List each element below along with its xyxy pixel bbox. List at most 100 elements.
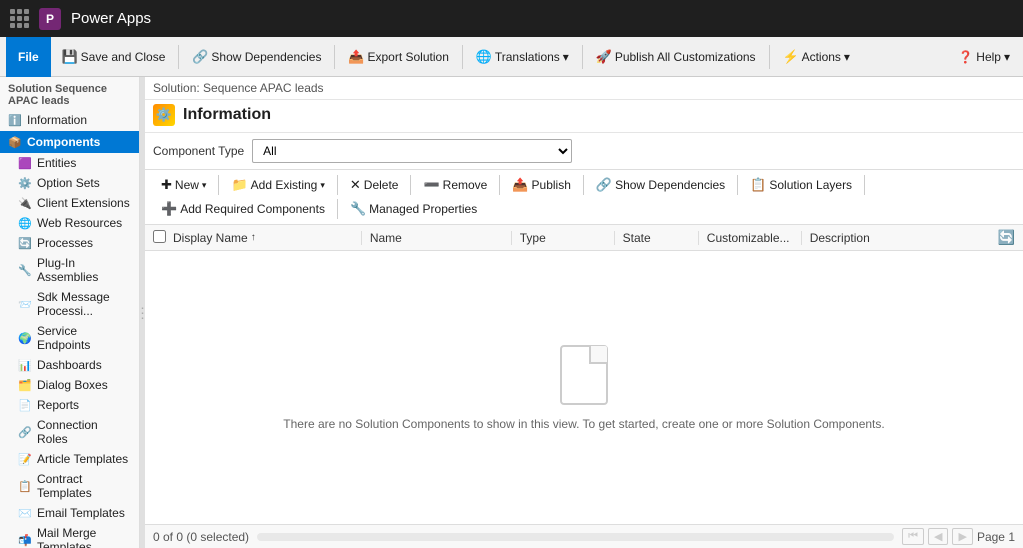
sort-asc-icon: ↑ [251,232,256,243]
publish-button[interactable]: 🚀 Publish All Customizations [589,46,763,68]
sidebar-item-web-resources[interactable]: 🌐 Web Resources [0,213,139,233]
sidebar-item-client-extensions[interactable]: 🔌 Client Extensions [0,193,139,213]
remove-icon: ➖ [423,177,439,193]
managed-props-icon: 🔧 [350,201,366,217]
select-all-checkbox[interactable] [153,230,166,243]
delete-icon: ✕ [350,177,361,193]
toolbar-sep-3 [462,45,463,69]
sidebar-solution-label: Solution Sequence APAC leads [0,77,139,109]
col-customizable[interactable]: Customizable... [698,231,801,245]
option-sets-icon: ⚙️ [18,176,32,190]
mail-merge-icon: 📬 [18,533,32,547]
actions-button[interactable]: ⚡ Actions ▾ [776,46,857,68]
col-display-name[interactable]: Display Name ↑ [173,231,361,245]
add-required-button[interactable]: ➕ Add Required Components [153,198,333,220]
action-sep-7 [864,175,865,195]
toolbar-sep-5 [769,45,770,69]
sidebar-item-processes[interactable]: 🔄 Processes [0,233,139,253]
remove-button[interactable]: ➖ Remove [415,174,495,196]
reports-icon: 📄 [18,398,32,412]
header-checkbox[interactable] [153,230,173,246]
pagination: ⏮ ◀ ▶ Page 1 [902,528,1015,545]
sidebar-item-sdk-message[interactable]: 📨 Sdk Message Processi... [0,287,139,321]
solution-layers-icon: 📋 [750,177,766,193]
action-sep-3 [410,175,411,195]
plugin-icon: 🔧 [18,263,32,277]
new-button[interactable]: ✚ New ▾ [153,174,214,196]
sidebar-item-mail-merge[interactable]: 📬 Mail Merge Templates [0,523,139,548]
col-state[interactable]: State [614,231,698,245]
publish-action-button[interactable]: 📤 Publish [504,174,579,196]
solution-layers-button[interactable]: 📋 Solution Layers [742,174,860,196]
next-page-button[interactable]: ▶ [952,528,972,545]
save-close-button[interactable]: 💾 Save and Close [55,46,173,68]
action-sep-8 [337,199,338,219]
col-type[interactable]: Type [511,231,614,245]
first-page-button[interactable]: ⏮ [902,528,924,545]
content-scrollable: There are no Solution Components to show… [145,251,1023,524]
sidebar-item-service-endpoints[interactable]: 🌍 Service Endpoints [0,321,139,355]
action-sep-1 [218,175,219,195]
sidebar-item-plugin-assemblies[interactable]: 🔧 Plug-In Assemblies [0,253,139,287]
actions-icon: ⚡ [783,49,799,65]
sidebar-resize-handle[interactable] [140,77,145,548]
export-button[interactable]: 📤 Export Solution [341,46,455,68]
sidebar-item-dialog-boxes[interactable]: 🗂️ Dialog Boxes [0,375,139,395]
info-icon: ℹ️ [8,113,22,127]
processes-icon: 🔄 [18,236,32,250]
sidebar-item-option-sets[interactable]: ⚙️ Option Sets [0,173,139,193]
sidebar-item-connection-roles[interactable]: 🔗 Connection Roles [0,415,139,449]
add-existing-button[interactable]: 📁 Add Existing ▾ [223,174,332,196]
translations-icon: 🌐 [476,49,492,65]
publish-icon: 🚀 [596,49,612,65]
empty-state: There are no Solution Components to show… [145,251,1023,524]
help-button[interactable]: ❓ Help ▾ [951,47,1017,67]
article-templates-icon: 📝 [18,452,32,466]
sidebar-item-information[interactable]: ℹ️ Information [0,109,139,131]
prev-page-button[interactable]: ◀ [928,528,948,545]
component-type-select[interactable]: All Entities Option Sets Client Extensio… [252,139,572,163]
empty-text: There are no Solution Components to show… [283,417,884,431]
sidebar-item-dashboards[interactable]: 📊 Dashboards [0,355,139,375]
file-button[interactable]: File [6,37,51,77]
refresh-button[interactable]: 🔄 [998,229,1015,246]
sidebar-item-reports[interactable]: 📄 Reports [0,395,139,415]
solution-title: Information [183,106,271,124]
help-icon: ❓ [958,50,973,64]
client-ext-icon: 🔌 [18,196,32,210]
sidebar-item-article-templates[interactable]: 📝 Article Templates [0,449,139,469]
add-required-icon: ➕ [161,201,177,217]
show-deps-action-icon: 🔗 [596,177,612,193]
components-icon: 📦 [8,135,22,149]
apps-grid-icon[interactable] [10,9,29,28]
horizontal-scrollbar[interactable] [257,533,894,541]
delete-button[interactable]: ✕ Delete [342,174,407,196]
col-description[interactable]: Description [801,231,998,245]
show-deps-action-button[interactable]: 🔗 Show Dependencies [588,174,733,196]
toolbar-sep-4 [582,45,583,69]
sdk-icon: 📨 [18,297,32,311]
action-sep-2 [337,175,338,195]
sidebar-item-components[interactable]: 📦 Components [0,131,139,153]
deps-icon: 🔗 [192,49,208,65]
sidebar-item-entities[interactable]: 🟪 Entities [0,153,139,173]
power-apps-logo: P [39,8,61,30]
translations-caret: ▾ [563,50,569,64]
service-endpoints-icon: 🌍 [18,331,32,345]
contract-templates-icon: 📋 [18,479,32,493]
component-type-bar: Component Type All Entities Option Sets … [145,133,1023,170]
action-sep-6 [737,175,738,195]
sidebar-item-contract-templates[interactable]: 📋 Contract Templates [0,469,139,503]
sidebar: Solution Sequence APAC leads ℹ️ Informat… [0,77,140,548]
col-name[interactable]: Name [361,231,511,245]
main-layout: Solution Sequence APAC leads ℹ️ Informat… [0,77,1023,548]
content-area: Solution: Sequence APAC leads ⚙️ Informa… [145,77,1023,548]
sidebar-item-email-templates[interactable]: ✉️ Email Templates [0,503,139,523]
email-templates-icon: ✉️ [18,506,32,520]
action-sep-4 [499,175,500,195]
managed-props-button[interactable]: 🔧 Managed Properties [342,198,485,220]
show-deps-button[interactable]: 🔗 Show Dependencies [185,46,328,68]
translations-button[interactable]: 🌐 Translations ▾ [469,46,576,68]
publish-action-icon: 📤 [512,177,528,193]
actions-caret: ▾ [844,50,850,64]
